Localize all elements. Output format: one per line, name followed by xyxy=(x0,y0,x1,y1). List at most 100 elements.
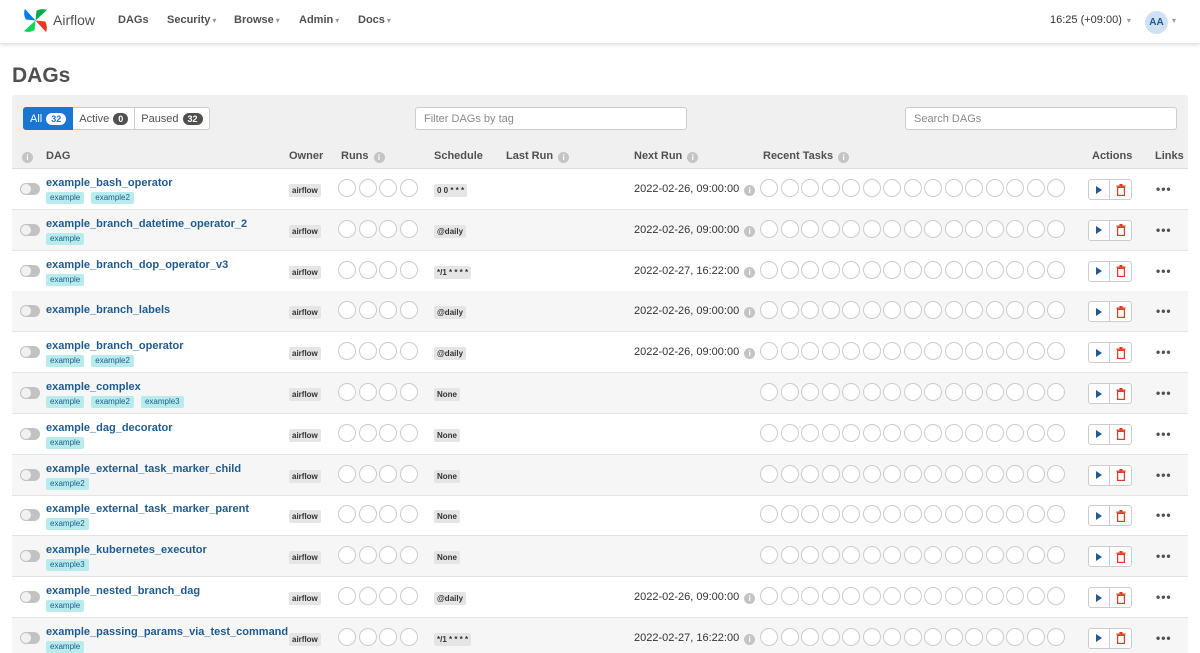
task-state-circle[interactable] xyxy=(903,219,922,238)
task-state-circle[interactable] xyxy=(1047,464,1065,483)
task-state-circle[interactable] xyxy=(985,546,1004,565)
task-state-circle[interactable] xyxy=(1047,505,1065,524)
dag-tag[interactable]: example2 xyxy=(46,518,89,531)
run-state-circle[interactable] xyxy=(358,505,377,524)
run-state-circle[interactable] xyxy=(338,179,356,197)
task-state-circle[interactable] xyxy=(944,219,963,238)
trigger-dag-button[interactable] xyxy=(1088,423,1110,445)
run-state-circle[interactable] xyxy=(358,383,377,401)
task-state-circle[interactable] xyxy=(862,423,881,442)
run-state-circle[interactable] xyxy=(379,464,397,483)
dag-link[interactable]: example_external_task_marker_parent xyxy=(46,503,249,515)
more-dots-icon[interactable]: ••• xyxy=(1156,468,1172,482)
run-state-circle[interactable] xyxy=(399,301,418,320)
task-state-circle[interactable] xyxy=(883,301,901,320)
run-state-circle[interactable] xyxy=(358,219,377,238)
owner-badge[interactable]: airflow xyxy=(289,347,321,361)
run-state-circle[interactable] xyxy=(379,546,397,565)
delete-dag-button[interactable] xyxy=(1110,546,1132,568)
dag-link[interactable]: example_branch_operator xyxy=(46,340,184,352)
pause-toggle[interactable] xyxy=(20,509,40,522)
run-state-circle[interactable] xyxy=(399,587,418,605)
column-next-run[interactable]: Next Run i xyxy=(634,150,699,163)
task-state-circle[interactable] xyxy=(821,260,840,279)
chevron-down-icon[interactable]: ▾ xyxy=(1172,16,1176,25)
task-state-circle[interactable] xyxy=(965,342,983,361)
run-state-circle[interactable] xyxy=(399,423,418,442)
task-state-circle[interactable] xyxy=(862,464,881,483)
task-state-circle[interactable] xyxy=(1006,219,1024,238)
run-state-circle[interactable] xyxy=(399,260,418,279)
nav-security[interactable]: Security ▾ xyxy=(167,14,216,26)
dag-tag[interactable]: example xyxy=(46,273,85,286)
run-state-circle[interactable] xyxy=(399,219,418,238)
delete-dag-button[interactable] xyxy=(1110,464,1132,486)
more-dots-icon[interactable]: ••• xyxy=(1156,590,1172,604)
run-state-circle[interactable] xyxy=(399,627,418,646)
task-state-circle[interactable] xyxy=(862,587,881,605)
task-state-circle[interactable] xyxy=(903,423,922,442)
run-state-circle[interactable] xyxy=(358,423,377,442)
task-state-circle[interactable] xyxy=(801,587,819,605)
column-last-run[interactable]: Last Run i xyxy=(506,150,570,163)
dag-link[interactable]: example_complex xyxy=(46,381,141,393)
task-state-circle[interactable] xyxy=(821,587,840,605)
task-state-circle[interactable] xyxy=(862,219,881,238)
task-state-circle[interactable] xyxy=(944,179,963,197)
task-state-circle[interactable] xyxy=(1047,219,1065,238)
run-state-circle[interactable] xyxy=(338,423,356,442)
task-state-circle[interactable] xyxy=(862,260,881,279)
run-state-circle[interactable] xyxy=(338,464,356,483)
task-state-circle[interactable] xyxy=(965,179,983,197)
dag-link[interactable]: example_branch_labels xyxy=(46,304,170,316)
more-dots-icon[interactable]: ••• xyxy=(1156,264,1172,278)
task-state-circle[interactable] xyxy=(801,546,819,565)
task-state-circle[interactable] xyxy=(780,342,799,361)
task-state-circle[interactable] xyxy=(924,342,942,361)
filter-paused-button[interactable]: Paused 32 xyxy=(135,107,210,130)
task-state-circle[interactable] xyxy=(883,219,901,238)
task-state-circle[interactable] xyxy=(903,464,922,483)
schedule-badge[interactable]: */1 * * * * xyxy=(434,265,472,279)
task-state-circle[interactable] xyxy=(842,546,860,565)
task-state-circle[interactable] xyxy=(985,301,1004,320)
task-state-circle[interactable] xyxy=(1006,464,1024,483)
owner-badge[interactable]: airflow xyxy=(289,184,321,197)
task-state-circle[interactable] xyxy=(965,383,983,401)
pause-toggle[interactable] xyxy=(20,591,40,603)
task-state-circle[interactable] xyxy=(760,342,778,361)
task-state-circle[interactable] xyxy=(862,342,881,361)
run-state-circle[interactable] xyxy=(379,301,397,320)
task-state-circle[interactable] xyxy=(1026,179,1045,197)
task-state-circle[interactable] xyxy=(924,301,942,320)
task-state-circle[interactable] xyxy=(760,587,778,605)
task-state-circle[interactable] xyxy=(862,301,881,320)
run-state-circle[interactable] xyxy=(399,505,418,524)
run-state-circle[interactable] xyxy=(379,423,397,442)
run-state-circle[interactable] xyxy=(358,301,377,320)
task-state-circle[interactable] xyxy=(1026,342,1045,361)
task-state-circle[interactable] xyxy=(965,301,983,320)
filter-all-button[interactable]: All 32 xyxy=(23,107,74,130)
task-state-circle[interactable] xyxy=(821,627,840,646)
task-state-circle[interactable] xyxy=(924,423,942,442)
task-state-circle[interactable] xyxy=(1047,587,1065,605)
trigger-dag-button[interactable] xyxy=(1088,464,1110,486)
trigger-dag-button[interactable] xyxy=(1088,342,1110,364)
task-state-circle[interactable] xyxy=(965,505,983,524)
trigger-dag-button[interactable] xyxy=(1088,301,1110,323)
task-state-circle[interactable] xyxy=(801,219,819,238)
task-state-circle[interactable] xyxy=(924,546,942,565)
task-state-circle[interactable] xyxy=(842,260,860,279)
task-state-circle[interactable] xyxy=(985,260,1004,279)
delete-dag-button[interactable] xyxy=(1110,342,1132,364)
task-state-circle[interactable] xyxy=(760,179,778,197)
task-state-circle[interactable] xyxy=(883,627,901,646)
delete-dag-button[interactable] xyxy=(1110,587,1132,608)
pause-toggle[interactable] xyxy=(20,183,40,195)
task-state-circle[interactable] xyxy=(944,505,963,524)
task-state-circle[interactable] xyxy=(985,627,1004,646)
task-state-circle[interactable] xyxy=(1047,423,1065,442)
owner-badge[interactable]: airflow xyxy=(289,265,321,279)
task-state-circle[interactable] xyxy=(985,464,1004,483)
